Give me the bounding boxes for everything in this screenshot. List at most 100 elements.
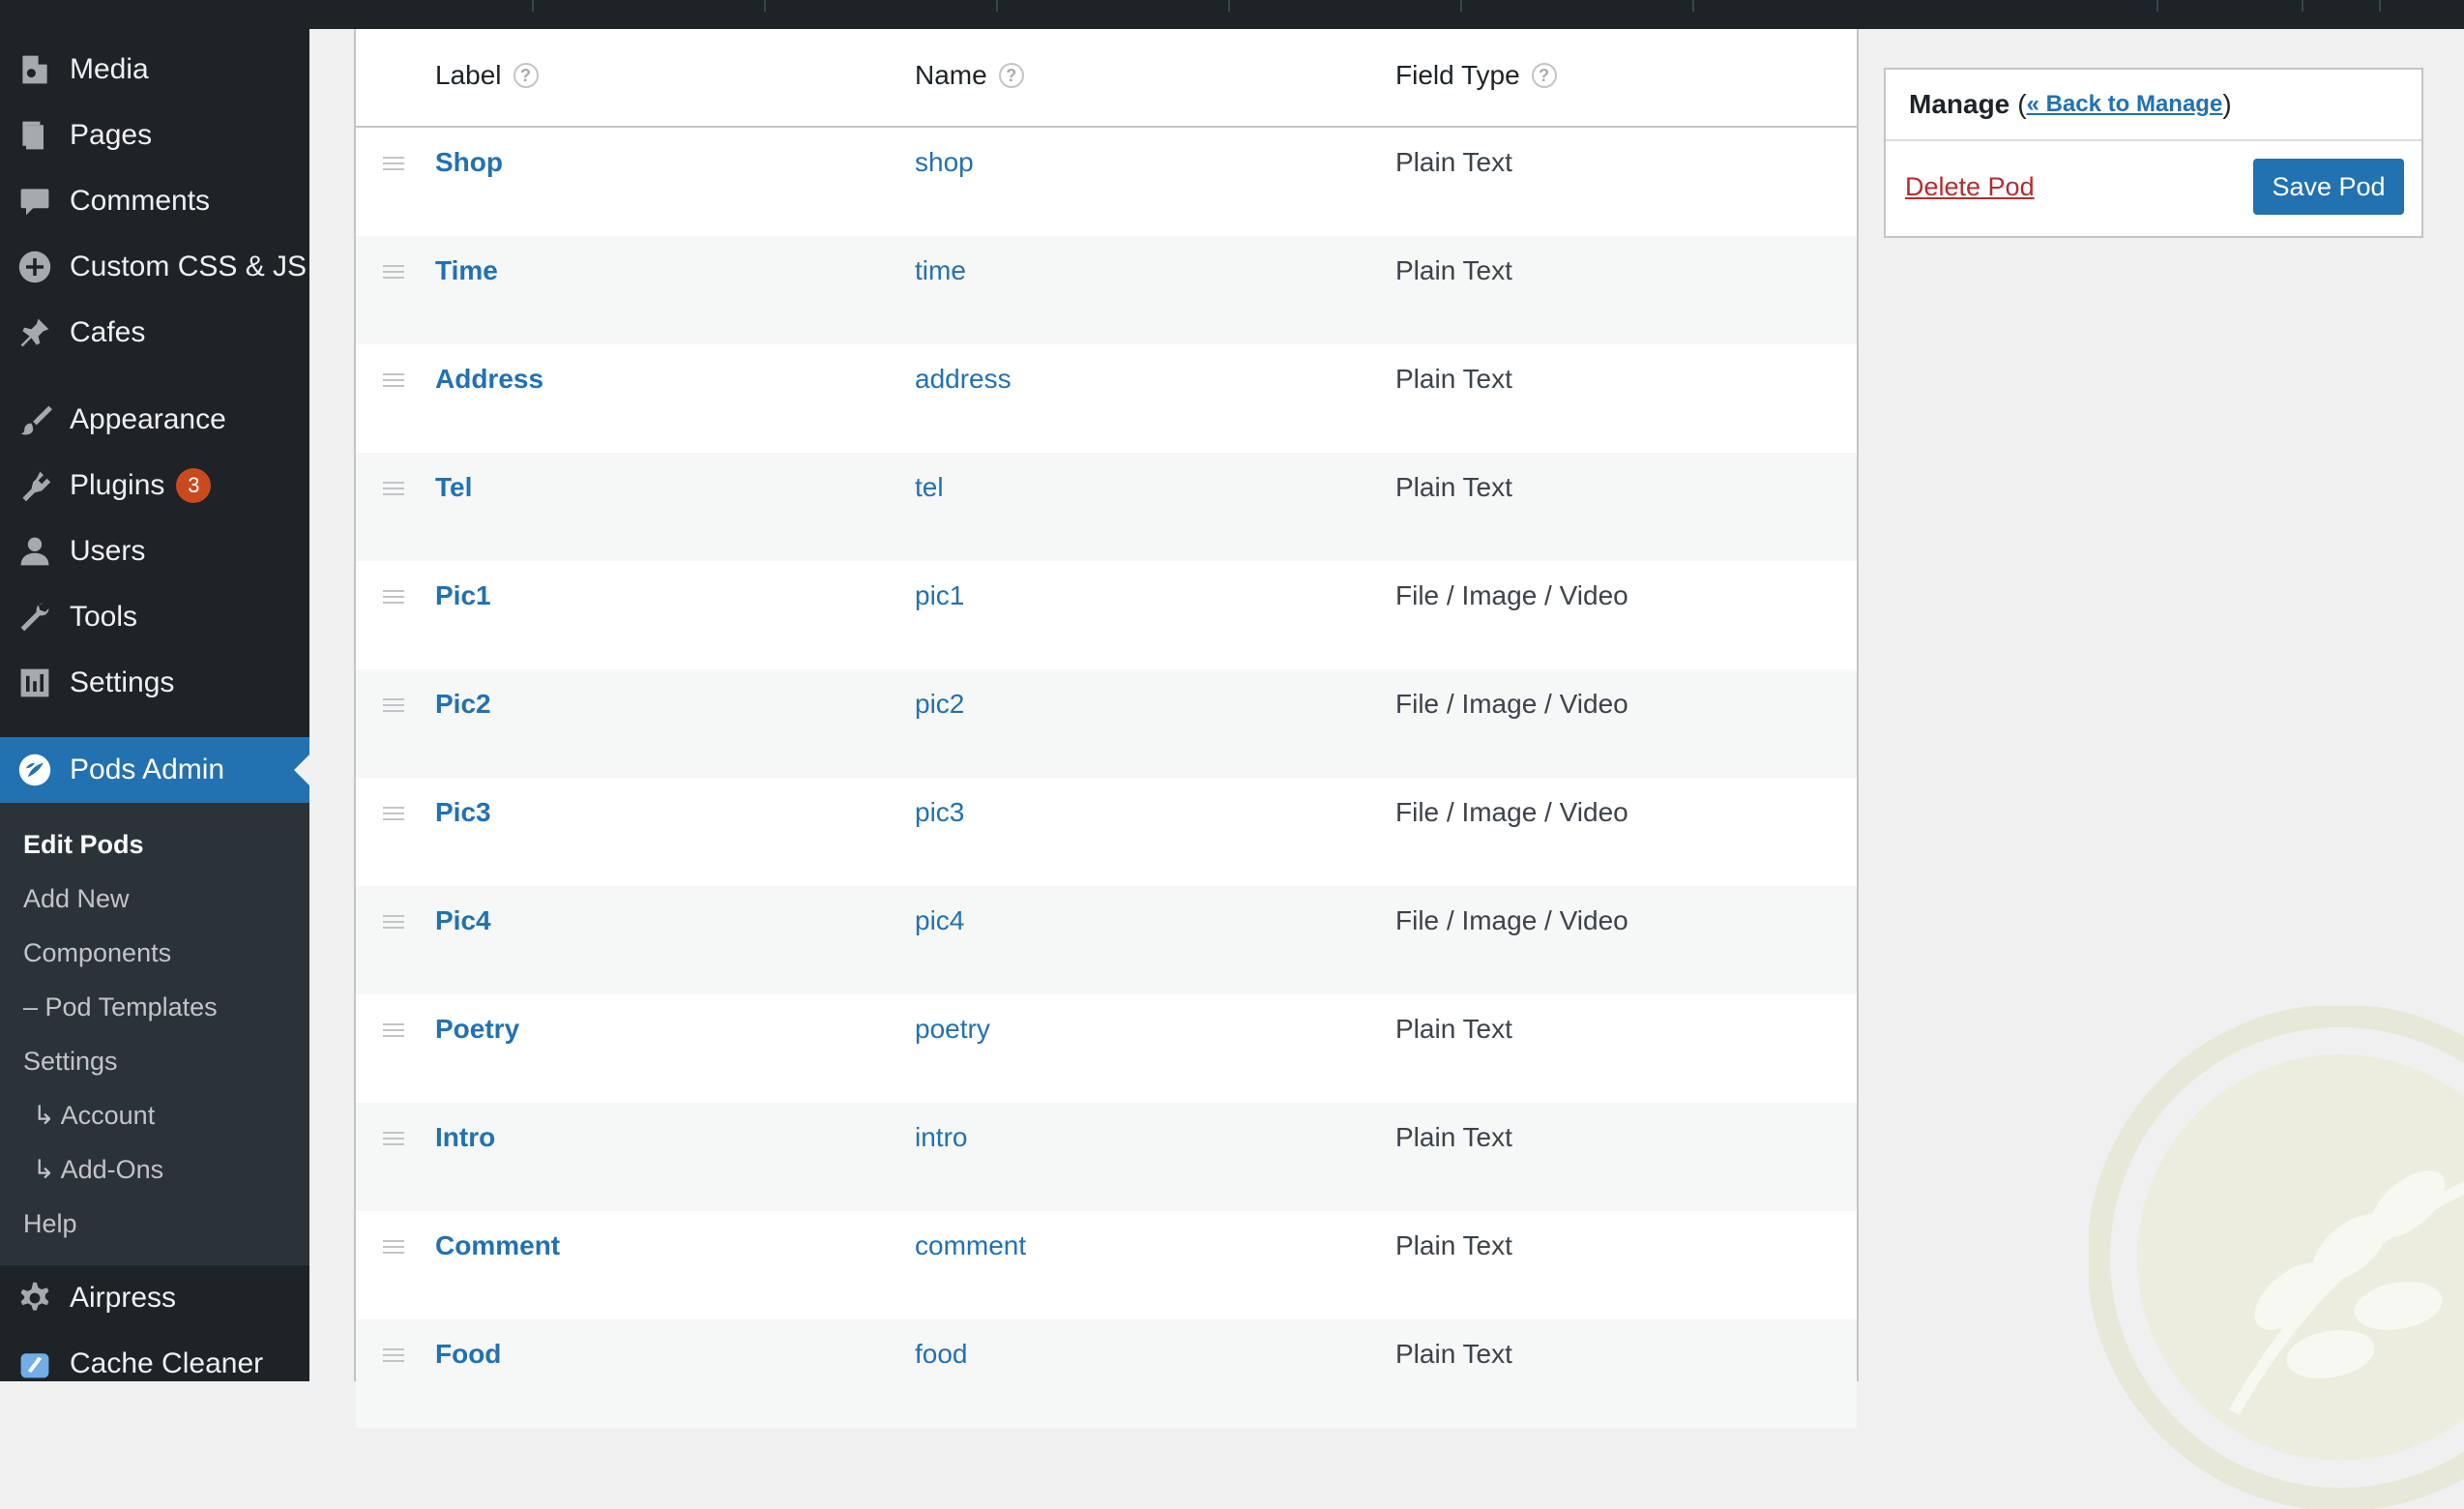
field-name-link[interactable]: food (915, 1339, 968, 1370)
sidebar-item-airpress[interactable]: Airpress (0, 1265, 309, 1331)
field-name-link[interactable]: address (915, 364, 1012, 395)
field-label-link[interactable]: Time (435, 255, 498, 286)
field-name-link[interactable]: pic3 (915, 797, 964, 828)
field-name-link[interactable]: time (915, 255, 966, 286)
drag-handle-icon[interactable] (383, 807, 404, 820)
sidebar-item-pages[interactable]: Pages (0, 103, 309, 168)
manage-panel: Manage ( « Back to Manage ) Delete Pod S… (1884, 68, 2423, 238)
table-row: Pic3 pic3 File / Image / Video (356, 778, 1857, 886)
sidebar-item-label: Pods Admin (70, 754, 225, 785)
sidebar-item-cafes[interactable]: Cafes (0, 300, 309, 366)
delete-pod-link[interactable]: Delete Pod (1905, 172, 2035, 202)
drag-handle-icon[interactable] (383, 698, 404, 712)
sidebar-item-media[interactable]: Media (0, 37, 309, 103)
pod-fields-table: Label ? Name ? Field Type ? Shop shop Pl… (354, 29, 1859, 1428)
sidebar-item-label: Custom CSS & JS (70, 251, 308, 282)
field-name-link[interactable]: pic4 (915, 905, 964, 936)
plugin-icon (15, 466, 54, 505)
table-row: Comment comment Plain Text (356, 1211, 1857, 1319)
sidebar-item-users[interactable]: Users (0, 518, 309, 584)
submenu-item-account[interactable]: ↳ Account (33, 1101, 155, 1131)
sidebar-item-settings[interactable]: Settings (0, 650, 309, 716)
field-label-link[interactable]: Pic4 (435, 905, 491, 936)
table-row: Pic1 pic1 File / Image / Video (356, 561, 1857, 669)
field-label-link[interactable]: Shop (435, 147, 503, 178)
sidebar-item-pods-admin[interactable]: Pods Admin (0, 737, 309, 803)
field-name-link[interactable]: comment (915, 1230, 1026, 1261)
sidebar-item-label: Users (70, 535, 146, 567)
pages-icon (15, 116, 54, 155)
sidebar-item-cache-cleaner[interactable]: Cache Cleaner (0, 1331, 309, 1397)
sidebar-item-plugins[interactable]: Plugins 3 (0, 453, 309, 518)
media-icon (15, 50, 54, 89)
drag-handle-icon[interactable] (383, 1240, 404, 1254)
field-type: File / Image / Video (1395, 905, 1628, 935)
submenu-item-edit-pods[interactable]: Edit Pods (23, 830, 144, 860)
field-label-link[interactable]: Intro (435, 1122, 495, 1153)
submenu-item-settings[interactable]: Settings (23, 1047, 118, 1077)
drag-handle-icon[interactable] (383, 482, 404, 495)
field-type: Plain Text (1395, 1014, 1512, 1044)
drag-handle-icon[interactable] (383, 590, 404, 604)
sidebar-item-custom-css-js[interactable]: Custom CSS & JS (0, 234, 309, 300)
help-icon[interactable]: ? (998, 63, 1024, 88)
help-icon[interactable]: ? (1531, 63, 1557, 88)
sidebar-item-label: Cache Cleaner (70, 1347, 264, 1379)
field-label-link[interactable]: Comment (435, 1230, 560, 1261)
field-name-link[interactable]: pic2 (915, 689, 964, 720)
field-label-link[interactable]: Pic1 (435, 580, 491, 611)
paren-close: ) (2222, 89, 2232, 119)
sidebar-item-label: Tools (70, 601, 138, 633)
drag-handle-icon[interactable] (383, 373, 404, 387)
admin-bar (0, 0, 2464, 29)
drag-handle-icon[interactable] (383, 265, 404, 279)
submenu-item-components[interactable]: Components (23, 938, 171, 968)
field-type: File / Image / Video (1395, 689, 1628, 719)
table-row: Poetry poetry Plain Text (356, 994, 1857, 1103)
sidebar-item-label: Appearance (70, 403, 226, 435)
back-to-manage-link[interactable]: « Back to Manage (2027, 91, 2223, 118)
wrench-icon (15, 598, 54, 636)
pods-icon (15, 751, 54, 789)
field-name-link[interactable]: shop (915, 147, 974, 178)
table-row: Pic2 pic2 File / Image / Video (356, 669, 1857, 778)
sidebar-item-comments[interactable]: Comments (0, 168, 309, 234)
column-header-label: Label ? (435, 60, 539, 91)
paintbrush-icon (15, 400, 54, 439)
field-label-link[interactable]: Tel (435, 472, 472, 503)
submenu-item-add-new[interactable]: Add New (23, 884, 130, 914)
field-label-link[interactable]: Address (435, 364, 543, 395)
field-name-link[interactable]: intro (915, 1122, 967, 1153)
save-pod-button[interactable]: Save Pod (2253, 159, 2404, 215)
sidebar-item-label: Cafes (70, 316, 146, 348)
table-row: Food food Plain Text (356, 1319, 1857, 1428)
submenu-item-pod-templates[interactable]: – Pod Templates (23, 992, 218, 1022)
drag-handle-icon[interactable] (383, 1023, 404, 1037)
field-name-link[interactable]: poetry (915, 1014, 990, 1045)
table-row: Shop shop Plain Text (356, 128, 1857, 236)
drag-handle-icon[interactable] (383, 157, 404, 170)
field-label-link[interactable]: Pic3 (435, 797, 491, 828)
drag-handle-icon[interactable] (383, 1348, 404, 1362)
table-header: Label ? Name ? Field Type ? (356, 29, 1857, 128)
drag-handle-icon[interactable] (383, 915, 404, 929)
submenu-item-help[interactable]: Help (23, 1209, 77, 1239)
sidebar-item-label: Airpress (70, 1282, 177, 1314)
column-header-name: Name ? (915, 60, 1024, 91)
comments-icon (15, 182, 54, 221)
submenu-item-add-ons[interactable]: ↳ Add-Ons (33, 1155, 163, 1185)
sidebar-item-tools[interactable]: Tools (0, 584, 309, 650)
field-label-link[interactable]: Food (435, 1339, 501, 1370)
help-icon[interactable]: ? (513, 63, 539, 88)
sidebar-item-appearance[interactable]: Appearance (0, 387, 309, 453)
field-label-link[interactable]: Pic2 (435, 689, 491, 720)
field-name-link[interactable]: tel (915, 472, 944, 503)
table-row: Time time Plain Text (356, 236, 1857, 344)
field-type: Plain Text (1395, 147, 1512, 177)
pods-admin-submenu: Edit Pods Add New Components – Pod Templ… (0, 803, 309, 1265)
field-type: Plain Text (1395, 255, 1512, 285)
cache-cleaner-icon (15, 1345, 54, 1383)
field-name-link[interactable]: pic1 (915, 580, 964, 611)
field-label-link[interactable]: Poetry (435, 1014, 519, 1045)
drag-handle-icon[interactable] (383, 1132, 404, 1145)
